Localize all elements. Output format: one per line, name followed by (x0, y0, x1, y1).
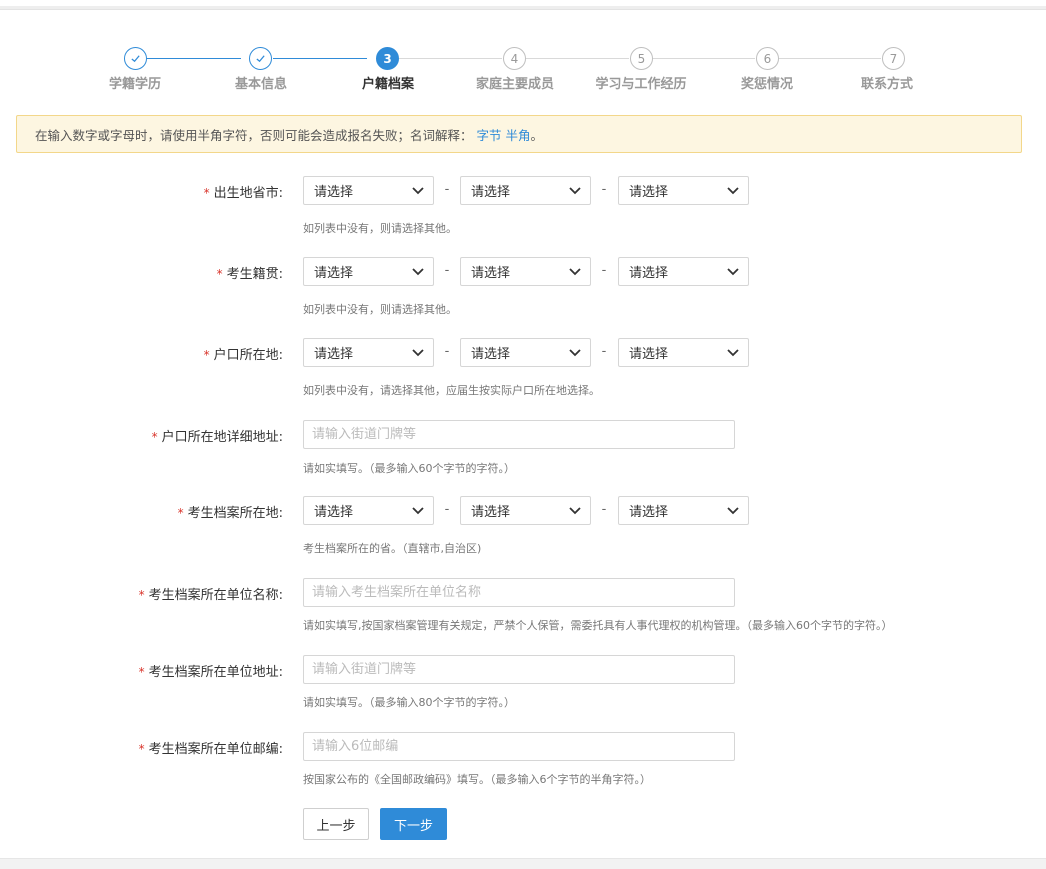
birthplace-county-select[interactable]: 请选择 (618, 176, 749, 205)
step-2-label: 基本信息 (234, 77, 287, 92)
step-connector (526, 58, 629, 59)
step-connector (779, 58, 881, 59)
step-4-label: 家庭主要成员 (475, 77, 554, 92)
bottom-divider (0, 858, 1046, 869)
hukou-address-input[interactable] (303, 420, 735, 449)
native-province-select[interactable]: 请选择 (303, 257, 434, 286)
step-connector (653, 58, 755, 59)
birthplace-province-select[interactable]: 请选择 (303, 176, 434, 205)
chevron-down-icon (727, 507, 739, 515)
native-place-label: * 考生籍贯: (216, 267, 283, 282)
archive-unit-address-hint: 请如实填写。（最多输入80个字节的字符。） (303, 696, 515, 709)
step-connector (147, 58, 241, 59)
native-city-select[interactable]: 请选择 (460, 257, 591, 286)
separator: - (444, 502, 450, 517)
chevron-down-icon (412, 349, 424, 357)
step-6-number: 6 (756, 47, 779, 70)
separator: - (444, 263, 450, 278)
step-connector (273, 58, 367, 59)
step-3-number: 3 (376, 47, 399, 70)
chevron-down-icon (569, 349, 581, 357)
step-7-label: 联系方式 (860, 77, 913, 92)
separator: - (601, 344, 607, 359)
separator: - (444, 182, 450, 197)
prev-step-button[interactable]: 上一步 (303, 808, 369, 840)
archive-county-select[interactable]: 请选择 (618, 496, 749, 525)
chevron-down-icon (412, 268, 424, 276)
progress-steps: 3 4 5 6 7 学籍学历 基本信息 户籍档案 家庭主要成员 学习与工作经历 … (0, 0, 1046, 100)
step-1-check-icon (124, 47, 147, 70)
step-2-check-icon (249, 47, 272, 70)
step-6-label: 奖惩情况 (740, 77, 793, 92)
next-step-button[interactable]: 下一步 (380, 808, 447, 840)
chevron-down-icon (727, 187, 739, 195)
birthplace-label: * 出生地省市: (203, 186, 283, 201)
hukou-hint: 如列表中没有，请选择其他，应届生按实际户口所在地选择。 (303, 384, 600, 397)
hukou-address-label: * 户口所在地详细地址: (151, 430, 283, 445)
separator: - (444, 344, 450, 359)
archive-location-label: * 考生档案所在地: (177, 506, 283, 521)
separator: - (601, 182, 607, 197)
hukou-address-hint: 请如实填写。（最多输入60个字节的字符。） (303, 462, 515, 475)
half-width-link[interactable]: 半角 (506, 125, 531, 144)
hukou-label: * 户口所在地: (203, 348, 283, 363)
step-5-number: 5 (630, 47, 653, 70)
birthplace-hint: 如列表中没有，则请选择其他。 (303, 222, 457, 235)
native-place-hint: 如列表中没有，则请选择其他。 (303, 303, 457, 316)
step-1-label: 学籍学历 (108, 77, 161, 92)
step-connector (399, 58, 502, 59)
step-7-number: 7 (882, 47, 905, 70)
archive-city-select[interactable]: 请选择 (460, 496, 591, 525)
archive-unit-name-label: * 考生档案所在单位名称: (138, 588, 283, 603)
birthplace-city-select[interactable]: 请选择 (460, 176, 591, 205)
half-width-notice: 在输入数字或字母时，请使用半角字符，否则可能会造成报名失败；名词解释： 字节 半… (16, 115, 1022, 153)
chevron-down-icon (412, 187, 424, 195)
archive-unit-postcode-label: * 考生档案所在单位邮编: (138, 742, 283, 757)
archive-unit-address-label: * 考生档案所在单位地址: (138, 665, 283, 680)
hukou-city-select[interactable]: 请选择 (460, 338, 591, 367)
archive-unit-address-input[interactable] (303, 655, 735, 684)
chevron-down-icon (727, 268, 739, 276)
byte-link[interactable]: 字节 (477, 125, 502, 144)
chevron-down-icon (569, 268, 581, 276)
step-5-label: 学习与工作经历 (595, 77, 687, 92)
chevron-down-icon (727, 349, 739, 357)
notice-tail: 。 (530, 127, 544, 143)
chevron-down-icon (412, 507, 424, 515)
native-county-select[interactable]: 请选择 (618, 257, 749, 286)
separator: - (601, 502, 607, 517)
hukou-province-select[interactable]: 请选择 (303, 338, 434, 367)
archive-province-select[interactable]: 请选择 (303, 496, 434, 525)
archive-unit-postcode-hint: 按国家公布的《全国邮政编码》填写。（最多输入6个字节的半角字符。） (303, 773, 651, 786)
archive-unit-name-hint: 请如实填写,按国家档案管理有关规定，严禁个人保管，需委托具有人事代理权的机构管理… (303, 619, 893, 632)
archive-location-hint: 考生档案所在的省。（直辖市,自治区) (303, 542, 482, 555)
step-4-number: 4 (503, 47, 526, 70)
archive-unit-name-input[interactable] (303, 578, 735, 607)
chevron-down-icon (569, 507, 581, 515)
step-3-label: 户籍档案 (361, 77, 414, 92)
hukou-county-select[interactable]: 请选择 (618, 338, 749, 367)
separator: - (601, 263, 607, 278)
archive-unit-postcode-input[interactable] (303, 732, 735, 761)
chevron-down-icon (569, 187, 581, 195)
notice-text: 在输入数字或字母时，请使用半角字符，否则可能会造成报名失败；名词解释： (35, 127, 473, 143)
